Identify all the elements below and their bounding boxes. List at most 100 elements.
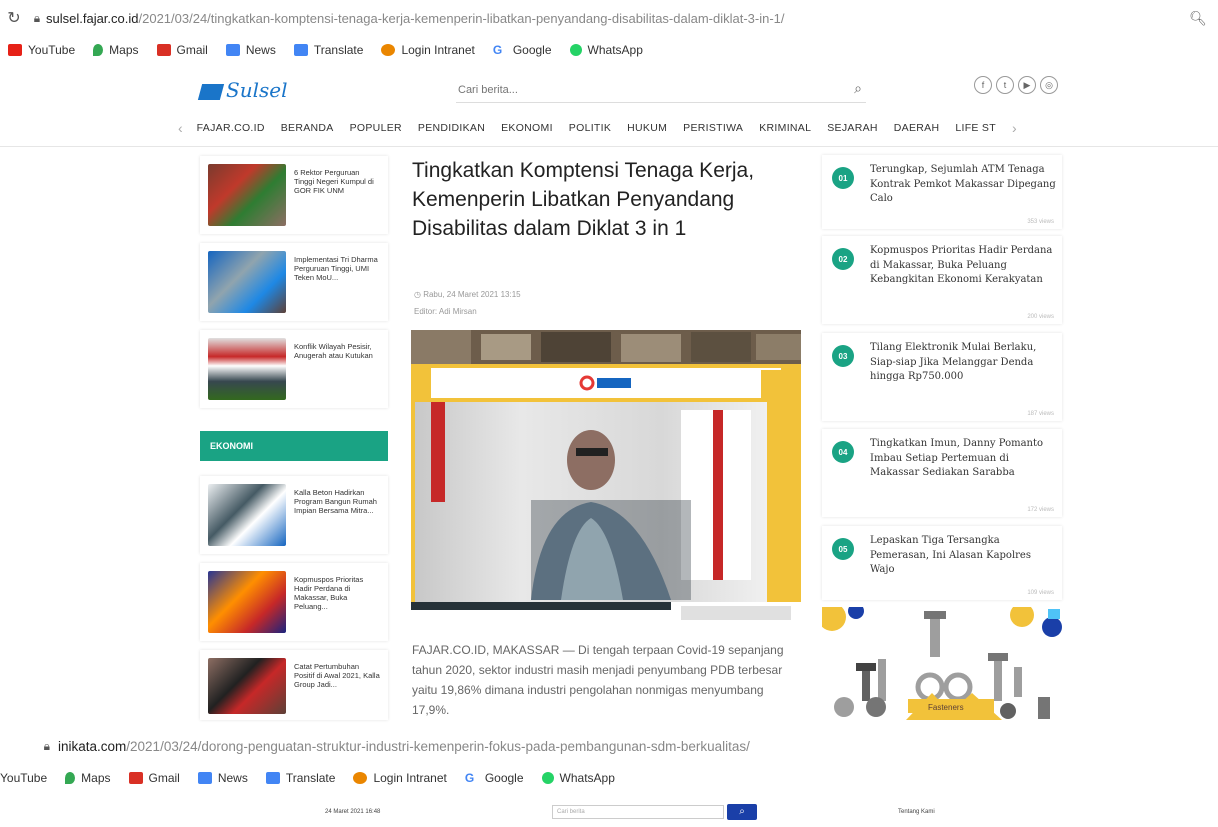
thumbnail-image (208, 164, 286, 226)
popular-item[interactable]: 01 Terungkap, Sejumlah ATM Tenaga Kontra… (822, 155, 1062, 229)
lock-icon[interactable]: 🔒︎ (0, 739, 58, 754)
maps-icon (93, 44, 104, 56)
bookmark-news[interactable]: News (197, 771, 248, 785)
popular-item[interactable]: 05 Lepaskan Tiga Tersangka Pemerasan, In… (822, 526, 1062, 600)
list-item[interactable]: Kopmuspos Prioritas Hadir Perdana di Mak… (200, 563, 388, 641)
zoom-icon[interactable]: 🔍︎ (1178, 10, 1218, 27)
instagram-icon[interactable]: ◎ (1040, 76, 1058, 94)
url-field[interactable]: inikata.com/2021/03/24/dorong-penguatan-… (58, 739, 750, 754)
bookmark-whatsapp[interactable]: WhatsApp (569, 43, 643, 57)
second-bookmarks-bar: YouTube Maps Gmail News Translate Login … (0, 764, 1218, 792)
nav-next-icon[interactable]: › (1012, 120, 1017, 136)
news-icon (197, 772, 212, 784)
rank-badge: 02 (832, 248, 854, 270)
bookmark-label: Translate (285, 771, 336, 785)
nav-item-politik[interactable]: POLITIK (569, 122, 611, 134)
nav-item-beranda[interactable]: BERANDA (281, 122, 334, 134)
list-item-title: Implementasi Tri Dharma Perguruan Tinggi… (294, 255, 378, 282)
list-item-title: Kalla Beton Hadirkan Program Bangun Ruma… (294, 488, 377, 515)
list-item[interactable]: Catat Pertumbuhan Positif di Awal 2021, … (200, 650, 388, 720)
translate-icon (293, 44, 308, 56)
list-item[interactable]: Konflik Wilayah Pesisir, Anugerah atau K… (200, 330, 388, 408)
bookmark-label: YouTube (28, 43, 76, 57)
youtube-social-icon[interactable]: ▶ (1018, 76, 1036, 94)
intranet-icon (381, 44, 396, 56)
section-header-ekonomi[interactable]: EKONOMI (200, 431, 388, 461)
nav-item-fajar[interactable]: FAJAR.CO.ID (197, 122, 265, 134)
advertisement-banner[interactable]: Fasteners (822, 607, 1062, 720)
nav-prev-icon[interactable]: ‹ (178, 120, 183, 136)
bookmark-label: Maps (109, 43, 139, 57)
reload-icon[interactable]: ↻ (0, 8, 28, 28)
bookmark-news[interactable]: News (225, 43, 276, 57)
bookmark-youtube[interactable]: YouTube (0, 771, 47, 785)
bookmark-translate[interactable]: Translate (293, 43, 364, 57)
bookmarks-bar: YouTube Maps Gmail News Translate Login … (0, 36, 1218, 64)
twitter-icon[interactable]: t (996, 76, 1014, 94)
bookmark-label: Translate (313, 43, 364, 57)
nav-item-populer[interactable]: POPULER (350, 122, 402, 134)
site-logo[interactable]: Sulsel (197, 78, 287, 102)
list-item[interactable]: Implementasi Tri Dharma Perguruan Tinggi… (200, 243, 388, 321)
rank-badge: 04 (832, 441, 854, 463)
fasteners-ad-graphic: Fasteners (822, 607, 1062, 720)
search-button[interactable]: ⌕ (727, 804, 757, 820)
maps-icon (65, 772, 76, 784)
popular-item[interactable]: 04 Tingkatkan Imun, Danny Pomanto Imbau … (822, 429, 1062, 517)
article-lead: FAJAR.CO.ID, MAKASSAR — Di tengah terpaa… (412, 643, 784, 717)
about-link[interactable]: Tentang Kami (898, 809, 935, 815)
bookmark-maps[interactable]: Maps (65, 771, 111, 785)
bookmark-google[interactable]: G Google (464, 771, 524, 785)
youtube-icon (8, 44, 22, 56)
news-icon (225, 44, 240, 56)
nav-item-sejarah[interactable]: SEJARAH (827, 122, 878, 134)
intranet-icon (353, 772, 368, 784)
bookmark-translate[interactable]: Translate (265, 771, 336, 785)
list-item[interactable]: Kalla Beton Hadirkan Program Bangun Ruma… (200, 476, 388, 554)
gmail-icon (128, 772, 143, 784)
inikata-search-input[interactable]: Cari berita (552, 805, 724, 819)
nav-item-kriminal[interactable]: KRIMINAL (759, 122, 811, 134)
nav-item-ekonomi[interactable]: EKONOMI (501, 122, 553, 134)
popular-item[interactable]: 02 Kopmuspos Prioritas Hadir Perdana di … (822, 236, 1062, 324)
bookmark-youtube[interactable]: YouTube (8, 43, 75, 57)
nav-item-hukum[interactable]: HUKUM (627, 122, 667, 134)
list-item[interactable]: 6 Rektor Perguruan Tinggi Negeri Kumpul … (200, 156, 388, 234)
view-count: 109 views (1027, 590, 1054, 596)
search-icon[interactable]: ⌕ (854, 80, 862, 97)
thumbnail-image (208, 338, 286, 400)
popular-item-title: Lepaskan Tiga Tersangka Pemerasan, Ini A… (870, 535, 1031, 575)
bookmark-gmail[interactable]: Gmail (156, 43, 208, 57)
nav-item-daerah[interactable]: DAERAH (894, 122, 940, 134)
thumbnail-image (208, 571, 286, 633)
ad-label: Fasteners (928, 703, 964, 712)
bookmark-login-intranet[interactable]: Login Intranet (381, 43, 475, 57)
article-date-text: Rabu, 24 Maret 2021 13:15 (423, 290, 521, 299)
bookmark-gmail[interactable]: Gmail (128, 771, 180, 785)
search-input[interactable] (456, 78, 820, 102)
facebook-icon[interactable]: f (974, 76, 992, 94)
thumbnail-image (208, 251, 286, 313)
header-date: 24 Maret 2021 16:48 (325, 809, 381, 815)
translate-icon (265, 772, 280, 784)
bookmark-label: News (217, 771, 248, 785)
lock-icon[interactable]: 🔒︎ (28, 11, 46, 26)
url-domain: sulsel.fajar.co.id (46, 10, 139, 26)
bookmark-label: Maps (81, 771, 111, 785)
bookmark-login-intranet[interactable]: Login Intranet (353, 771, 447, 785)
bookmark-whatsapp[interactable]: WhatsApp (541, 771, 615, 785)
popular-item[interactable]: 03 Tilang Elektronik Mulai Berlaku, Siap… (822, 333, 1062, 421)
nav-item-peristiwa[interactable]: PERISTIWA (683, 122, 743, 134)
url-field[interactable]: sulsel.fajar.co.id/2021/03/24/tingkatkan… (46, 11, 1178, 26)
nav-item-pendidikan[interactable]: PENDIDIKAN (418, 122, 485, 134)
bookmark-maps[interactable]: Maps (93, 43, 139, 57)
popular-item-title: Tingkatkan Imun, Danny Pomanto Imbau Set… (870, 438, 1044, 478)
list-item-title: 6 Rektor Perguruan Tinggi Negeri Kumpul … (294, 168, 374, 195)
popular-item-title: Kopmuspos Prioritas Hadir Perdana di Mak… (870, 245, 1053, 285)
bookmark-label: Google (484, 771, 524, 785)
bookmark-label: Login Intranet (373, 771, 447, 785)
gmail-icon (156, 44, 171, 56)
site-header: Sulsel ⌕ f t ▶ ◎ ‹ FAJAR.CO.ID BERANDA P… (0, 64, 1218, 147)
nav-item-lifestyle[interactable]: LIFE ST (955, 122, 996, 134)
bookmark-google[interactable]: G Google (492, 43, 552, 57)
